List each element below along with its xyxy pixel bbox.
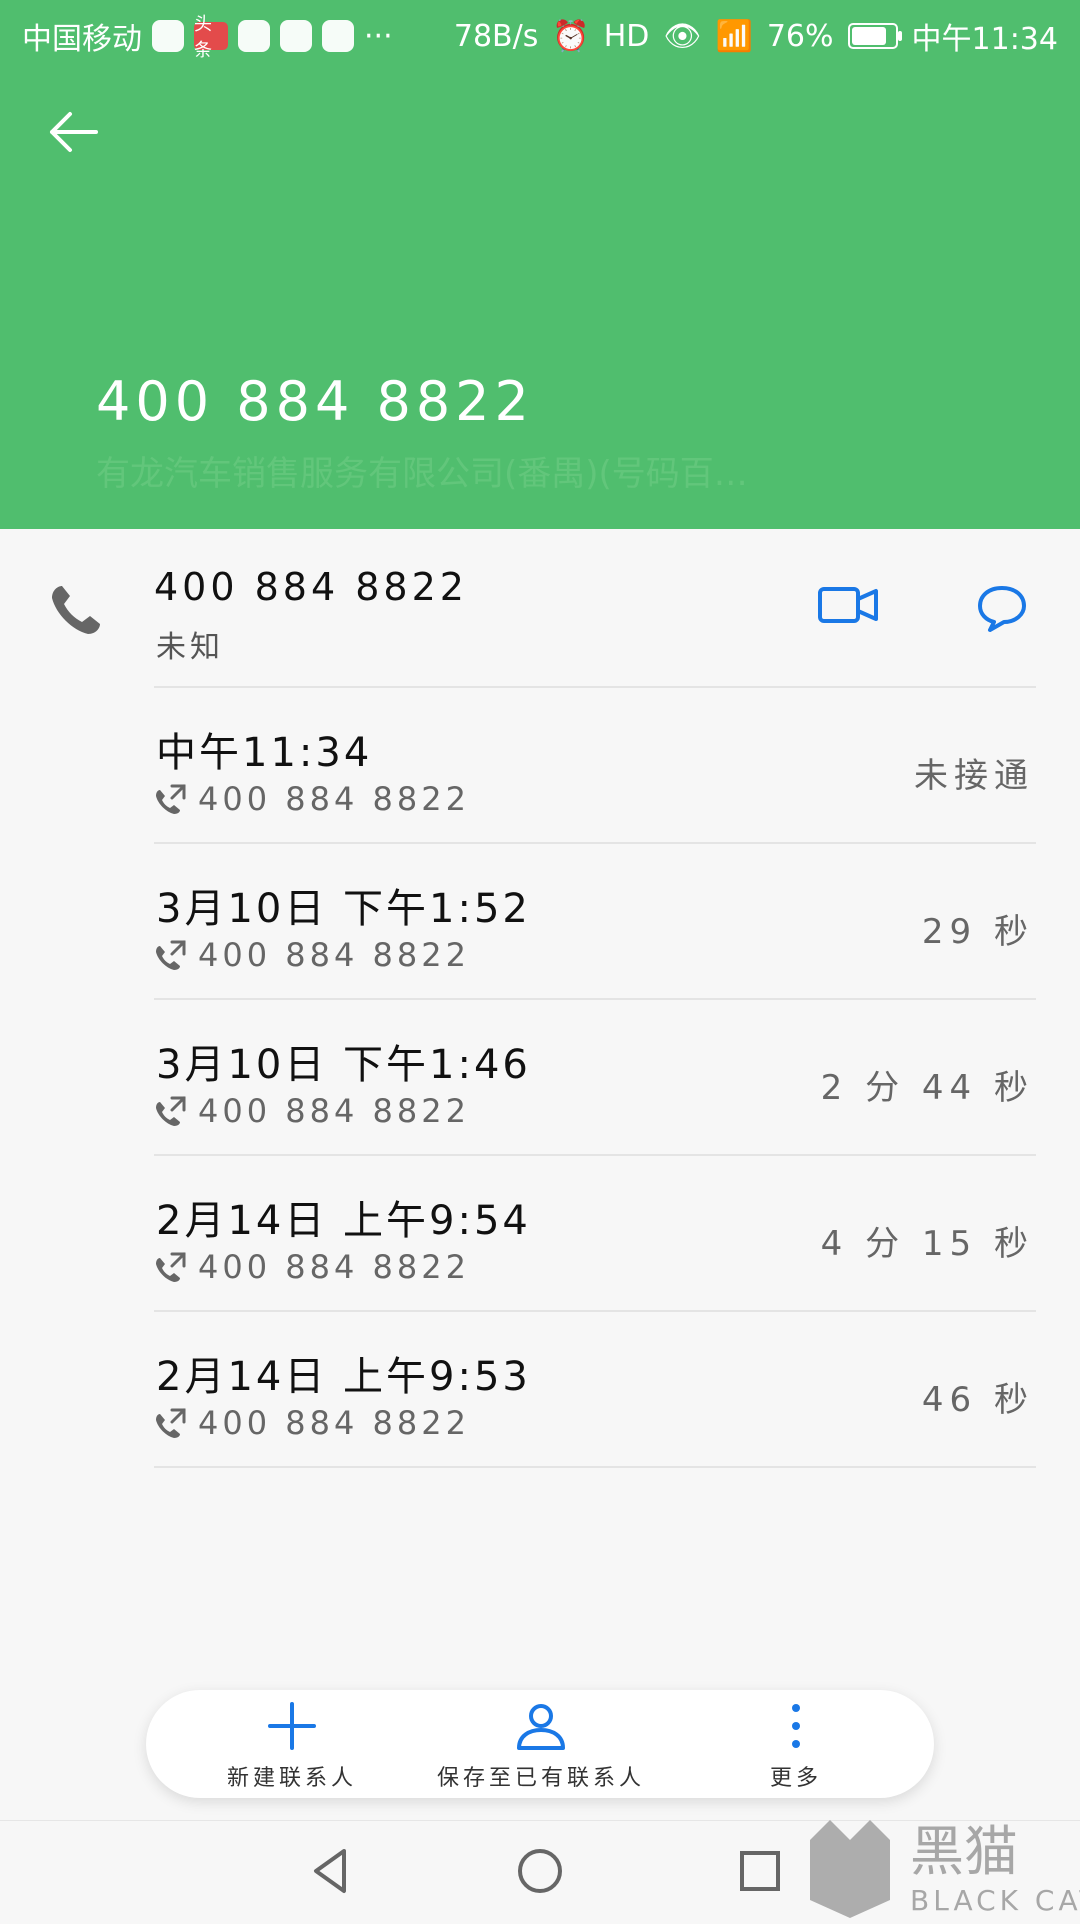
outgoing-call-icon [156,1252,186,1282]
watermark-main: 黑猫 [910,1820,1018,1883]
back-arrow-icon[interactable] [42,100,106,164]
more-notifications-icon: ··· [364,18,393,54]
log-time: 中午11:34 [156,730,373,776]
status-bar: 中国移动 头条 ··· 78B/s ⏰ HD 👁 📶 76% 中午11:34 [0,0,1080,68]
eye-icon: 👁 [663,18,702,54]
black-cat-watermark: 黑猫 BLACK CAT [800,1810,1080,1920]
more-label: 更多 [769,1766,822,1791]
carrier-text: 中国移动 [22,22,142,57]
person-icon [517,1704,565,1750]
message-icon[interactable] [974,580,1030,636]
bottom-action-bar: 新建联系人 保存至已有联系人 更多 [146,1690,934,1798]
header: 中国移动 头条 ··· 78B/s ⏰ HD 👁 📶 76% 中午11:34 4… [0,0,1080,529]
black-cat-logo-icon: 黑猫 BLACK CAT [810,1820,1080,1918]
wifi-icon: 📶 [715,18,753,54]
phone-icon[interactable] [46,580,106,640]
log-duration: 4 分 15 秒 [820,1224,1034,1264]
more-button[interactable]: 更多 [706,1690,886,1798]
log-time: 3月10日 下午1:46 [156,1042,531,1088]
log-number: 400 884 8822 [198,936,470,974]
call-log-item[interactable]: 3月10日 下午1:52 400 884 8822 29 秒 [0,844,1080,1000]
call-log-item[interactable]: 2月14日 上午9:54 400 884 8822 4 分 15 秒 [0,1156,1080,1312]
log-time: 3月10日 下午1:52 [156,886,531,932]
call-log-item[interactable]: 2月14日 上午9:53 400 884 8822 46 秒 [0,1312,1080,1468]
save-existing-label: 保存至已有联系人 [436,1766,645,1791]
outgoing-call-icon [156,940,186,970]
battery-icon [847,23,902,49]
outgoing-call-icon [156,1096,186,1126]
notification-app-icon-2 [322,20,354,52]
log-duration: 未接通 [914,756,1034,796]
status-time: 中午11:34 [911,22,1058,57]
plus-icon [268,1702,316,1750]
baidu-icon [280,20,312,52]
hd-icon: HD [603,18,650,54]
log-number: 400 884 8822 [198,1092,470,1130]
new-contact-label: 新建联系人 [226,1766,357,1791]
call-log-item[interactable]: 中午11:34 400 884 8822 未接通 [0,688,1080,844]
notification-app-icon [152,20,184,52]
call-log-item[interactable]: 3月10日 下午1:46 400 884 8822 2 分 44 秒 [0,1000,1080,1156]
outgoing-call-icon [156,784,186,814]
outgoing-call-icon [156,1408,186,1438]
video-call-icon[interactable] [818,585,880,625]
alarm-icon: ⏰ [552,18,590,54]
contact-number: 400 884 8822 [154,565,468,609]
toutiao-icon: 头条 [194,14,228,61]
log-duration: 46 秒 [921,1380,1034,1420]
log-number: 400 884 8822 [198,1404,470,1442]
wechat-icon [238,20,270,52]
watermark-sub: BLACK CAT [910,1884,1080,1917]
network-speed: 78B/s [453,18,539,54]
log-duration: 2 分 44 秒 [820,1068,1034,1108]
nav-home-icon[interactable] [510,1841,570,1901]
header-subtitle: 有龙汽车销售服务有限公司(番禺)(号码百… [96,454,748,494]
header-number: 400 884 8822 [96,370,534,433]
log-number: 400 884 8822 [198,780,470,818]
divider [154,1466,1036,1468]
log-time: 2月14日 上午9:54 [156,1198,531,1244]
log-time: 2月14日 上午9:53 [156,1354,531,1400]
log-duration: 29 秒 [921,912,1034,952]
battery-percentage: 76% [766,18,834,54]
nav-recent-icon[interactable] [730,1841,790,1901]
log-number: 400 884 8822 [198,1248,470,1286]
save-existing-contact-button[interactable]: 保存至已有联系人 [406,1690,676,1798]
new-contact-button[interactable]: 新建联系人 [186,1690,398,1798]
more-vertical-icon [792,1704,800,1748]
nav-back-icon[interactable] [300,1841,360,1901]
contact-type: 未知 [156,630,224,665]
